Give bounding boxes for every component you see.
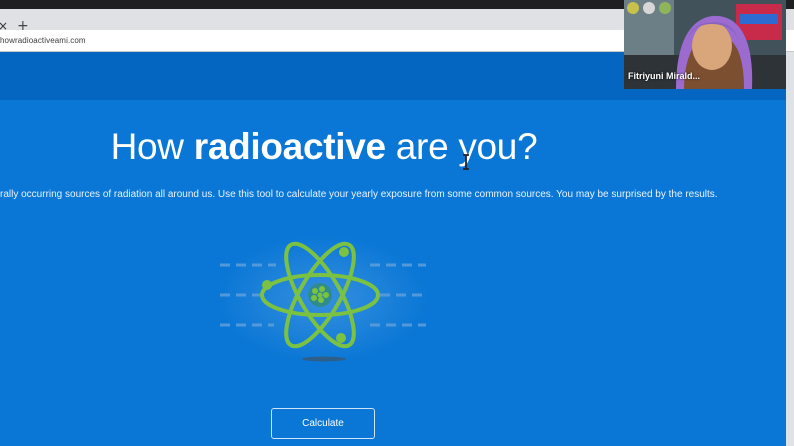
text-cursor-icon: [463, 154, 469, 170]
page-content: How radioactive are you? rally occurring…: [0, 52, 786, 446]
atom-illustration-icon: [218, 235, 428, 363]
url-text[interactable]: howradioactiveami.com: [0, 36, 86, 45]
title-part-1: How: [110, 126, 194, 167]
participant-name: Fitriyuni Mirald...: [628, 71, 701, 81]
title-emphasis: radioactive: [193, 126, 386, 167]
page-title: How radioactive are you?: [0, 126, 648, 168]
window-edge: [786, 52, 794, 446]
participant-video: Fitriyuni Mirald...: [624, 0, 786, 89]
calculate-button[interactable]: Calculate: [271, 408, 375, 439]
intro-text: rally occurring sources of radiation all…: [0, 189, 718, 200]
